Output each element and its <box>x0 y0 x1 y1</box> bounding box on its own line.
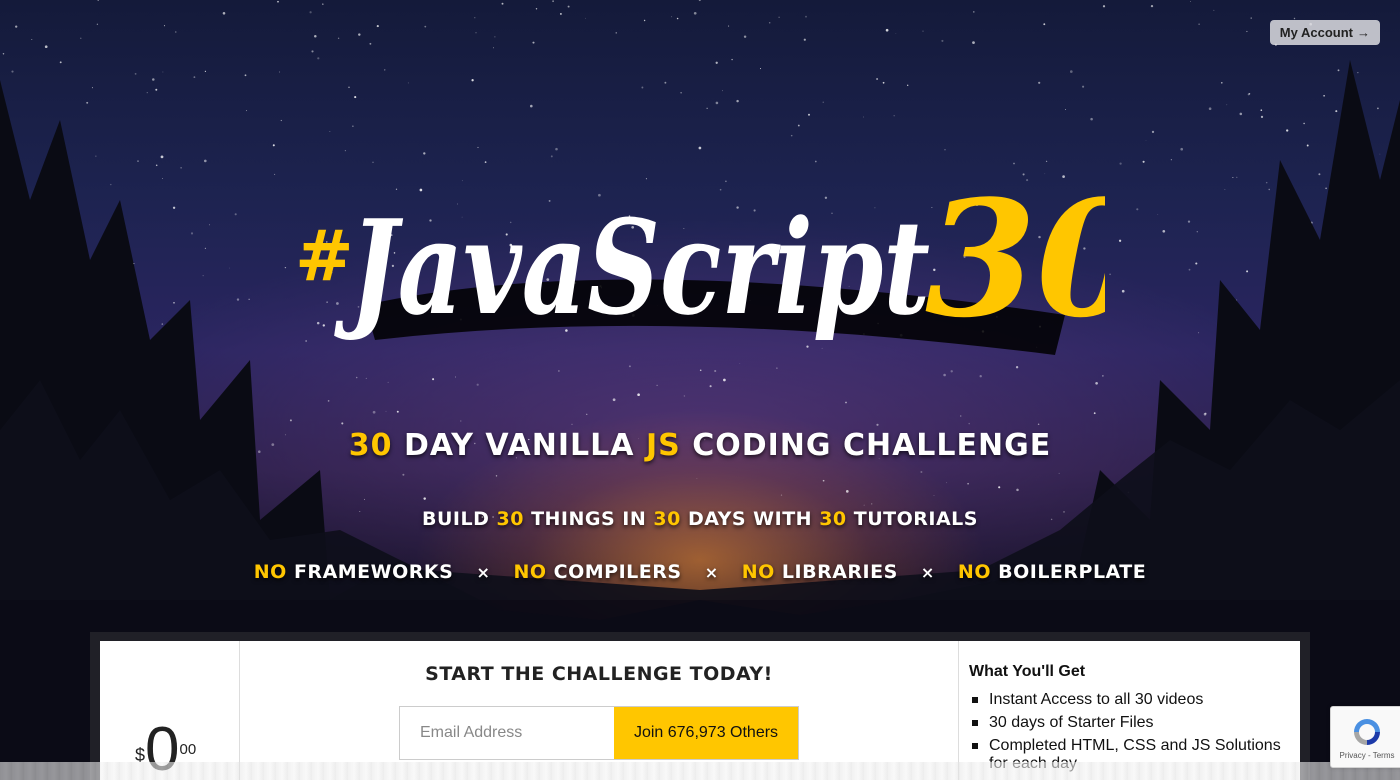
logo-word: JavaScript <box>334 191 930 344</box>
recaptcha-badge[interactable]: Privacy - Terms <box>1330 706 1400 768</box>
no-item: Frameworks <box>293 561 454 583</box>
tagline-js: JS <box>645 428 681 463</box>
features-title: What You'll Get <box>969 663 1086 680</box>
my-account-label: My Account <box>1279 25 1353 40</box>
tagline-text: Coding Challenge <box>692 428 1052 463</box>
tagline-no-list: No Frameworks × No Compilers × No Librar… <box>0 561 1400 583</box>
my-account-button[interactable]: My Account → <box>1269 20 1380 45</box>
tagline-main: 30 Day Vanilla JS Coding Challenge <box>0 428 1400 463</box>
no-label: No <box>513 561 547 583</box>
no-item: Libraries <box>781 561 898 583</box>
signup-title: Start the Challenge Today! <box>425 663 773 685</box>
price-box: $ 0 00 <box>100 641 240 780</box>
tagline-number: 30 <box>653 508 681 530</box>
signup-panel: $ 0 00 Start the Challenge Today! Join 6… <box>100 641 1300 780</box>
email-field[interactable] <box>400 707 614 759</box>
bottom-texture-strip <box>0 762 1400 780</box>
price-cents: 00 <box>179 741 197 758</box>
recaptcha-links[interactable]: Privacy - Terms <box>1340 751 1395 760</box>
features-box: What You'll Get Instant Access to all 30… <box>959 641 1300 780</box>
javascript30-logo: # JavaScript 30 <box>295 165 1148 365</box>
recaptcha-icon <box>1354 718 1380 745</box>
tagline-number: 30 <box>348 428 393 463</box>
no-item: Compilers <box>553 561 682 583</box>
logo-hash: # <box>295 214 354 297</box>
no-label: No <box>253 561 287 583</box>
list-item: 30 days of Starter Files <box>969 714 1290 732</box>
join-button[interactable]: Join 676,973 Others <box>614 707 798 759</box>
tagline-text: days with <box>687 508 813 530</box>
arrow-right-icon: → <box>1357 25 1370 40</box>
tagline-text: Day Vanilla <box>403 428 635 463</box>
tagline-text: tutorials <box>853 508 978 530</box>
logo-number: 30 <box>925 165 1105 353</box>
signup-form: Join 676,973 Others <box>399 706 799 760</box>
times-icon: × <box>704 563 719 582</box>
tagline-text: things in <box>531 508 647 530</box>
no-label: No <box>957 561 991 583</box>
times-icon: × <box>476 563 491 582</box>
times-icon: × <box>920 563 935 582</box>
tagline-text: Build <box>422 508 490 530</box>
tagline-build: Build 30 things in 30 days with 30 tutor… <box>0 508 1400 530</box>
signup-box: Start the Challenge Today! Join 676,973 … <box>240 641 959 780</box>
no-item: Boilerplate <box>998 561 1147 583</box>
features-list: Instant Access to all 30 videos 30 days … <box>969 691 1290 773</box>
no-label: No <box>741 561 775 583</box>
tagline-number: 30 <box>496 508 524 530</box>
tagline-number: 30 <box>819 508 847 530</box>
list-item: Instant Access to all 30 videos <box>969 691 1290 709</box>
